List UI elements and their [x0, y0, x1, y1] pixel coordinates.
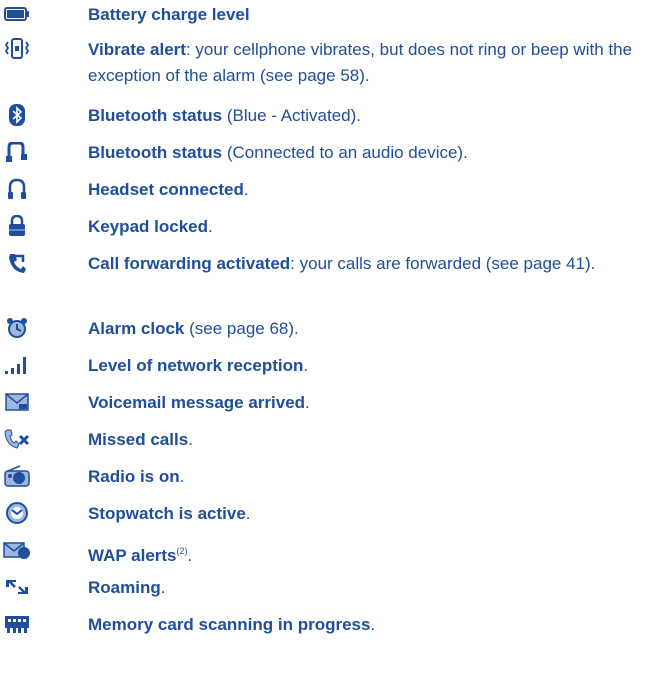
list-item-text: Alarm clock (see page 68). — [88, 319, 299, 338]
stopwatch-icon — [2, 501, 32, 525]
battery-icon — [2, 2, 32, 26]
list-item-text: Level of network reception. — [88, 356, 309, 375]
list-item-text: Voicemail message arrived. — [88, 393, 310, 412]
vibrate-icon — [2, 37, 32, 61]
list-item-text: Memory card scanning in progress. — [88, 615, 376, 634]
wap-alert-icon — [2, 538, 32, 562]
list-item-text: Missed calls. — [88, 430, 193, 449]
radio-icon — [2, 464, 32, 488]
list-item-text: Bluetooth status (Connected to an audio … — [88, 143, 468, 162]
list-item-text: Radio is on. — [88, 467, 185, 486]
list-item-text: Call forwarding activated: your calls ar… — [88, 254, 596, 273]
roaming-icon — [2, 575, 32, 599]
signal-icon — [2, 353, 32, 377]
missed-call-icon — [2, 427, 32, 451]
lock-icon — [2, 214, 32, 238]
voicemail-icon — [2, 390, 32, 414]
list-item-text: WAP alerts(2). — [88, 546, 193, 565]
call-forward-icon — [2, 251, 32, 275]
list-item-text: Stopwatch is active. — [88, 504, 251, 523]
bluetooth-icon — [2, 103, 32, 127]
memory-card-icon — [2, 612, 32, 636]
list-item-text: Keypad locked. — [88, 217, 213, 236]
list-item-text: Headset connected. — [88, 180, 249, 199]
alarm-clock-icon — [2, 316, 32, 340]
bluetooth-audio-icon — [2, 140, 32, 164]
list-item-text: Roaming. — [88, 578, 166, 597]
list-item-text: Bluetooth status (Blue - Activated). — [88, 106, 361, 125]
headset-icon — [2, 177, 32, 201]
list-item-text: Battery charge level — [88, 5, 250, 24]
list-item-text: Vibrate alert: your cellphone vibrates, … — [88, 40, 633, 85]
